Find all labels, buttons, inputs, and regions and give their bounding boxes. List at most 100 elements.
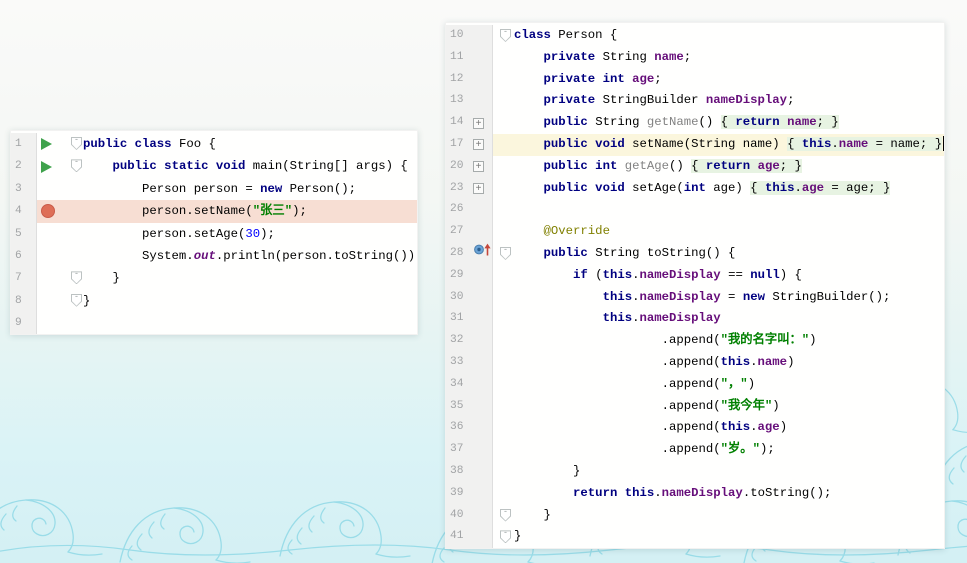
code-segment: StringBuilder bbox=[603, 93, 706, 107]
code-segment: .append( bbox=[514, 333, 721, 347]
code-text[interactable]: Person person = new Person(); bbox=[83, 178, 417, 200]
fold-expand-icon[interactable]: + bbox=[473, 161, 484, 172]
gutter-icon-cell[interactable] bbox=[37, 200, 69, 222]
gutter-icon-cell[interactable] bbox=[470, 90, 493, 112]
code-text[interactable]: this.nameDisplay = new StringBuilder(); bbox=[514, 287, 944, 309]
fold-region-icon[interactable]: - bbox=[71, 294, 82, 307]
gutter-icon-cell[interactable] bbox=[470, 526, 493, 548]
code-text[interactable]: } bbox=[83, 290, 417, 312]
code-text[interactable]: public int getAge() { return age; } bbox=[514, 156, 944, 178]
code-line: 37 .append("岁。"); bbox=[446, 439, 944, 461]
gutter-icon-cell[interactable] bbox=[470, 69, 493, 91]
line-number: 26 bbox=[446, 199, 470, 221]
gutter-icon-cell[interactable] bbox=[470, 221, 493, 243]
fold-region-icon[interactable]: - bbox=[71, 137, 82, 150]
code-segment: .println(person.toString()); bbox=[216, 249, 417, 263]
code-text[interactable]: private String name; bbox=[514, 47, 944, 69]
code-segment: { bbox=[787, 137, 802, 151]
gutter-icon-cell[interactable] bbox=[37, 155, 69, 177]
run-icon[interactable] bbox=[41, 161, 52, 173]
code-text[interactable]: .append("我的名字叫：") bbox=[514, 330, 944, 352]
gutter-icon-cell[interactable] bbox=[470, 483, 493, 505]
gutter-icon-cell[interactable] bbox=[470, 199, 493, 221]
gutter-icon-cell[interactable] bbox=[37, 245, 69, 267]
gutter-icon-cell[interactable] bbox=[37, 223, 69, 245]
gutter-icon-cell[interactable]: + bbox=[470, 112, 493, 134]
gutter-icon-cell[interactable] bbox=[37, 267, 69, 289]
code-text[interactable] bbox=[83, 312, 417, 334]
code-text[interactable]: System.out.println(person.toString()); bbox=[83, 245, 417, 267]
code-text[interactable]: private StringBuilder nameDisplay; bbox=[514, 90, 944, 112]
fold-region-icon[interactable]: - bbox=[500, 29, 511, 42]
code-line: 8-} bbox=[11, 290, 417, 312]
gutter-icon-cell[interactable] bbox=[37, 312, 69, 334]
gutter-icon-cell[interactable] bbox=[470, 461, 493, 483]
gutter-icon-cell[interactable] bbox=[470, 308, 493, 330]
gutter-icon-cell[interactable] bbox=[470, 47, 493, 69]
gutter-icon-cell[interactable]: + bbox=[470, 134, 493, 156]
gutter-icon-cell[interactable] bbox=[470, 287, 493, 309]
run-icon[interactable] bbox=[41, 138, 52, 150]
code-text[interactable]: @Override bbox=[514, 221, 944, 243]
fold-column bbox=[493, 90, 514, 112]
code-text[interactable]: return this.nameDisplay.toString(); bbox=[514, 483, 944, 505]
gutter-icon-cell[interactable] bbox=[37, 290, 69, 312]
code-text[interactable]: public void setName(String name) { this.… bbox=[514, 134, 944, 156]
gutter-icon-cell[interactable] bbox=[37, 178, 69, 200]
code-text[interactable]: } bbox=[514, 526, 944, 548]
gutter-icon-cell[interactable] bbox=[37, 133, 69, 155]
gutter-icon-cell[interactable] bbox=[470, 352, 493, 374]
gutter-icon-cell[interactable] bbox=[470, 330, 493, 352]
code-text[interactable]: person.setName("张三"); bbox=[83, 200, 417, 222]
code-segment: this bbox=[765, 181, 795, 195]
gutter-icon-cell[interactable] bbox=[470, 417, 493, 439]
gutter-icon-cell[interactable] bbox=[470, 374, 493, 396]
fold-expand-icon[interactable]: + bbox=[473, 183, 484, 194]
right-code-editor-panel: 10-class Person {11 private String name;… bbox=[445, 22, 945, 549]
code-text[interactable]: this.nameDisplay bbox=[514, 308, 944, 330]
fold-expand-icon[interactable]: + bbox=[473, 139, 484, 150]
code-segment: name bbox=[839, 137, 869, 151]
gutter-icon-cell[interactable] bbox=[470, 243, 493, 265]
code-text[interactable]: } bbox=[83, 267, 417, 289]
override-method-icon[interactable] bbox=[473, 242, 493, 266]
code-text[interactable]: public void setAge(int age) { this.age =… bbox=[514, 178, 944, 200]
code-text[interactable]: .append("岁。"); bbox=[514, 439, 944, 461]
code-text[interactable]: public String toString() { bbox=[514, 243, 944, 265]
gutter-icon-cell[interactable] bbox=[470, 439, 493, 461]
code-text[interactable]: public class Foo { bbox=[83, 133, 417, 155]
code-text[interactable]: public static void main(String[] args) { bbox=[83, 155, 417, 177]
gutter-icon-cell[interactable] bbox=[470, 396, 493, 418]
fold-column: - bbox=[69, 290, 83, 312]
gutter-icon-cell[interactable] bbox=[470, 265, 493, 287]
code-segment: null bbox=[750, 268, 780, 282]
code-segment: age bbox=[758, 159, 780, 173]
fold-expand-icon[interactable]: + bbox=[473, 118, 484, 129]
code-text[interactable]: private int age; bbox=[514, 69, 944, 91]
code-segment: public bbox=[544, 115, 596, 129]
code-text[interactable]: } bbox=[514, 461, 944, 483]
code-text[interactable]: .append(this.name) bbox=[514, 352, 944, 374]
code-text[interactable]: .append(this.age) bbox=[514, 417, 944, 439]
code-text[interactable]: public String getName() { return name; } bbox=[514, 112, 944, 134]
code-text[interactable]: if (this.nameDisplay == null) { bbox=[514, 265, 944, 287]
code-text[interactable] bbox=[514, 199, 944, 221]
code-text[interactable]: person.setAge(30); bbox=[83, 223, 417, 245]
code-line: 20+ public int getAge() { return age; } bbox=[446, 156, 944, 178]
code-text[interactable]: class Person { bbox=[514, 25, 944, 47]
gutter-icon-cell[interactable]: + bbox=[470, 178, 493, 200]
code-text[interactable]: } bbox=[514, 505, 944, 527]
fold-region-icon[interactable]: - bbox=[71, 159, 82, 172]
fold-column: - bbox=[493, 243, 514, 265]
gutter-icon-cell[interactable] bbox=[470, 505, 493, 527]
code-text[interactable]: .append("我今年") bbox=[514, 396, 944, 418]
gutter-icon-cell[interactable] bbox=[470, 25, 493, 47]
fold-region-icon[interactable]: - bbox=[500, 509, 511, 522]
fold-region-icon[interactable]: - bbox=[500, 530, 511, 543]
breakpoint-icon[interactable] bbox=[41, 204, 55, 218]
code-text[interactable]: .append("，") bbox=[514, 374, 944, 396]
fold-column bbox=[493, 330, 514, 352]
fold-region-icon[interactable]: - bbox=[500, 247, 511, 260]
gutter-icon-cell[interactable]: + bbox=[470, 156, 493, 178]
fold-region-icon[interactable]: - bbox=[71, 271, 82, 284]
